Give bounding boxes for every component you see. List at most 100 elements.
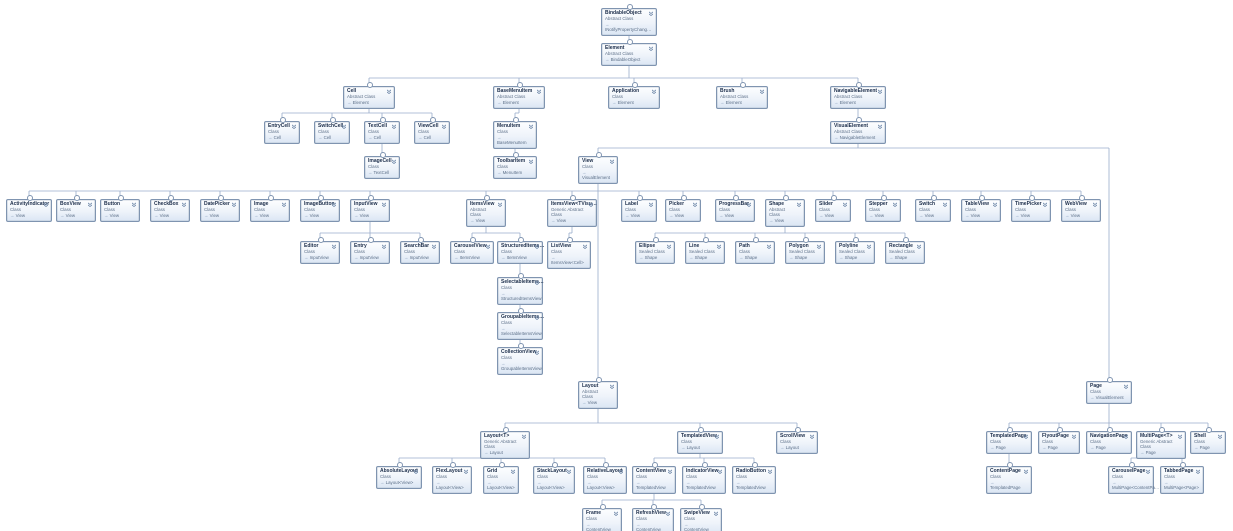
class-node-switch[interactable]: SwitchClassView — [915, 199, 951, 222]
expand-icon[interactable] — [942, 202, 948, 207]
expand-icon[interactable] — [534, 280, 540, 285]
class-node-navigableElement[interactable]: NavigableElementAbstract ClassElement — [830, 86, 886, 109]
class-node-scrollView[interactable]: ScrollViewClassLayout — [776, 431, 818, 454]
class-node-boxView[interactable]: BoxViewClassView — [56, 199, 96, 222]
class-node-textCell[interactable]: TextCellClassCell — [364, 121, 400, 144]
expand-icon[interactable] — [717, 469, 723, 474]
expand-icon[interactable] — [341, 124, 347, 129]
expand-icon[interactable] — [618, 469, 624, 474]
class-node-entryCell[interactable]: EntryCellClassCell — [264, 121, 300, 144]
expand-icon[interactable] — [877, 89, 883, 94]
expand-icon[interactable] — [331, 202, 337, 207]
expand-icon[interactable] — [609, 384, 615, 389]
class-node-templatedView[interactable]: TemplatedViewClassLayout — [677, 431, 723, 454]
expand-icon[interactable] — [1123, 434, 1129, 439]
expand-icon[interactable] — [391, 159, 397, 164]
expand-icon[interactable] — [386, 89, 392, 94]
expand-icon[interactable] — [1145, 469, 1151, 474]
expand-icon[interactable] — [648, 11, 654, 16]
expand-icon[interactable] — [766, 244, 772, 249]
expand-icon[interactable] — [667, 469, 673, 474]
class-node-flexLayout[interactable]: FlexLayoutClassLayout<View> — [432, 466, 472, 494]
class-node-stackLayout[interactable]: StackLayoutClassLayout<View> — [533, 466, 575, 494]
expand-icon[interactable] — [892, 202, 898, 207]
class-node-grid[interactable]: GridClassLayout<View> — [483, 466, 519, 494]
class-node-carouselPage[interactable]: CarouselPageClassMultiPage<ContentPa… — [1108, 466, 1154, 494]
class-node-path[interactable]: PathClassShape — [735, 241, 775, 264]
class-node-refreshView[interactable]: RefreshViewClassContentView — [632, 508, 674, 531]
class-node-slider[interactable]: SliderClassView — [815, 199, 851, 222]
class-node-webView[interactable]: WebViewClassView — [1061, 199, 1101, 222]
expand-icon[interactable] — [746, 202, 752, 207]
expand-icon[interactable] — [281, 202, 287, 207]
class-node-navigationPage[interactable]: NavigationPageClassPage — [1086, 431, 1132, 454]
expand-icon[interactable] — [1023, 469, 1029, 474]
class-node-carouselView[interactable]: CarouselViewClassItemsView — [450, 241, 494, 264]
expand-icon[interactable] — [816, 244, 822, 249]
expand-icon[interactable] — [651, 89, 657, 94]
class-node-baseMenuItem[interactable]: BaseMenuItemAbstract ClassElement — [493, 86, 545, 109]
class-node-entry[interactable]: EntryClassInputView — [350, 241, 390, 264]
expand-icon[interactable] — [528, 124, 534, 129]
class-node-stepper[interactable]: StepperClassView — [865, 199, 901, 222]
expand-icon[interactable] — [534, 350, 540, 355]
expand-icon[interactable] — [391, 124, 397, 129]
expand-icon[interactable] — [1071, 434, 1077, 439]
expand-icon[interactable] — [609, 159, 615, 164]
class-node-tableView[interactable]: TableViewClassView — [961, 199, 1001, 222]
class-node-multiPageT[interactable]: MultiPage<T>Generic Abstract ClassPage — [1136, 431, 1186, 459]
expand-icon[interactable] — [331, 244, 337, 249]
expand-icon[interactable] — [536, 89, 542, 94]
expand-icon[interactable] — [87, 202, 93, 207]
class-node-switchCell[interactable]: SwitchCellClassCell — [314, 121, 350, 144]
class-node-polygon[interactable]: PolygonSealed ClassShape — [785, 241, 825, 264]
expand-icon[interactable] — [510, 469, 516, 474]
expand-icon[interactable] — [582, 244, 588, 249]
class-node-contentPage[interactable]: ContentPageClassTemplatedPage — [986, 466, 1032, 494]
class-node-bindableObject[interactable]: BindableObjectAbstract ClassINotifyPrope… — [601, 8, 657, 36]
class-node-menuItem[interactable]: MenuItemClassBaseMenuItem — [493, 121, 537, 149]
expand-icon[interactable] — [796, 202, 802, 207]
class-node-line[interactable]: LineSealed ClassShape — [685, 241, 725, 264]
class-node-cell[interactable]: CellAbstract ClassElement — [343, 86, 395, 109]
class-node-toolbarItem[interactable]: ToolbarItemClassMenuItem — [493, 156, 537, 179]
class-node-frame[interactable]: FrameClassContentView — [582, 508, 622, 531]
expand-icon[interactable] — [648, 46, 654, 51]
class-node-layoutT[interactable]: Layout<T>Generic Abstract ClassLayout — [480, 431, 530, 459]
expand-icon[interactable] — [1042, 202, 1048, 207]
expand-icon[interactable] — [534, 244, 540, 249]
expand-icon[interactable] — [291, 124, 297, 129]
expand-icon[interactable] — [413, 469, 419, 474]
expand-icon[interactable] — [877, 124, 883, 129]
class-node-collectionView[interactable]: CollectionViewClassGroupableItemsView — [497, 347, 543, 375]
expand-icon[interactable] — [665, 511, 671, 516]
class-node-shell[interactable]: ShellClassPage — [1190, 431, 1226, 454]
class-node-button[interactable]: ButtonClassView — [100, 199, 140, 222]
expand-icon[interactable] — [1177, 434, 1183, 439]
class-node-listView[interactable]: ListViewClassItemsView<Cell> — [547, 241, 591, 269]
expand-icon[interactable] — [713, 511, 719, 516]
class-node-indicatorView[interactable]: IndicatorViewClassTemplatedView — [682, 466, 726, 494]
expand-icon[interactable] — [381, 202, 387, 207]
class-node-absoluteLayout[interactable]: AbsoluteLayoutClassLayout<View> — [376, 466, 422, 489]
class-node-timePicker[interactable]: TimePickerClassView — [1011, 199, 1051, 222]
class-node-imageCell[interactable]: ImageCellClassTextCell — [364, 156, 400, 179]
expand-icon[interactable] — [809, 434, 815, 439]
class-node-swipeView[interactable]: SwipeViewClassContentView — [680, 508, 722, 531]
class-node-contentView[interactable]: ContentViewClassTemplatedView — [632, 466, 676, 494]
expand-icon[interactable] — [1092, 202, 1098, 207]
expand-icon[interactable] — [759, 89, 765, 94]
expand-icon[interactable] — [497, 202, 503, 207]
class-node-structuredItems[interactable]: StructuredItems…ClassItemsView — [497, 241, 543, 264]
class-node-selectableItems[interactable]: SelectableItems…ClassStructuredItemsView — [497, 277, 543, 305]
expand-icon[interactable] — [666, 244, 672, 249]
class-node-checkBox[interactable]: CheckBoxClassView — [150, 199, 190, 222]
class-node-imageButton[interactable]: ImageButtonClassView — [300, 199, 340, 222]
expand-icon[interactable] — [181, 202, 187, 207]
expand-icon[interactable] — [521, 434, 527, 439]
expand-icon[interactable] — [441, 124, 447, 129]
expand-icon[interactable] — [588, 202, 594, 207]
class-node-image[interactable]: ImageClassView — [250, 199, 290, 222]
class-node-searchBar[interactable]: SearchBarClassInputView — [400, 241, 440, 264]
expand-icon[interactable] — [431, 244, 437, 249]
